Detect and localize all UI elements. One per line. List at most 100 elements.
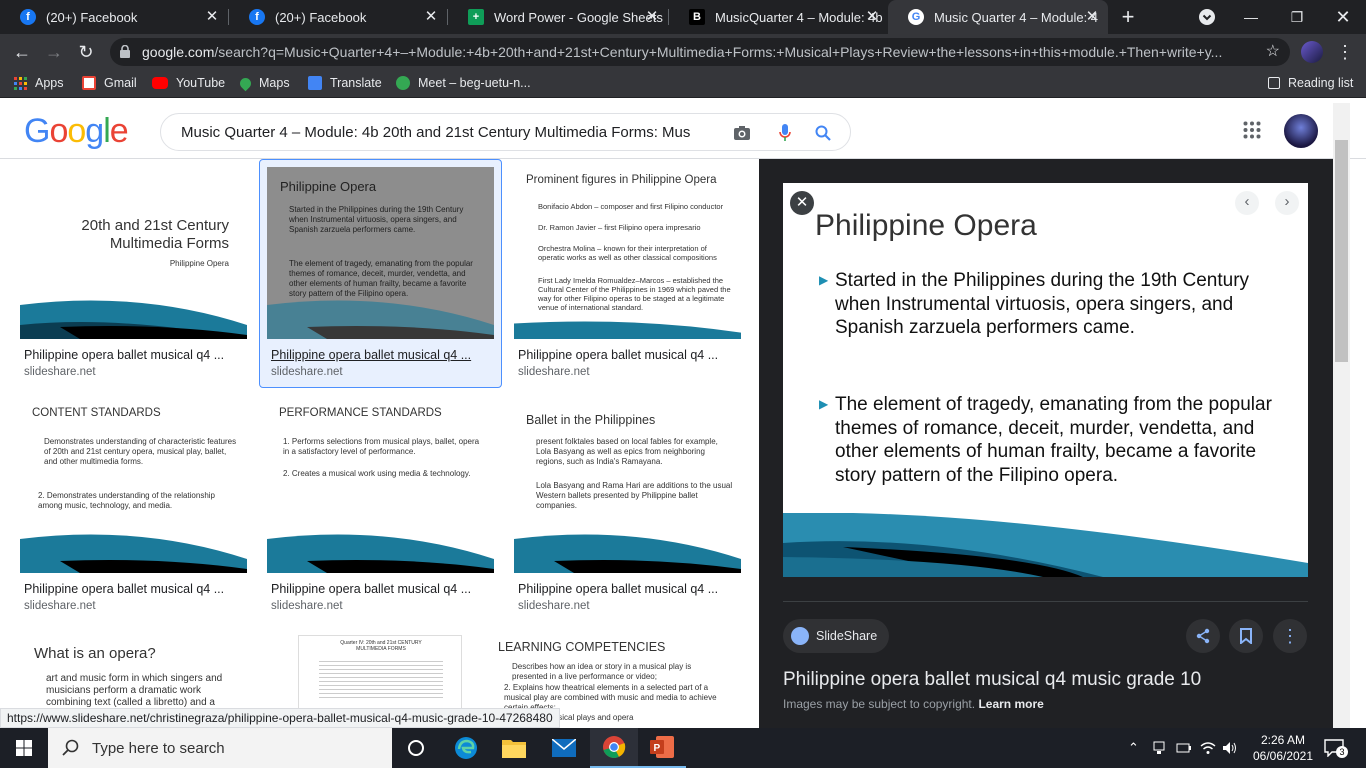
result-caption[interactable]: Philippine opera ballet musical q4 ... [24,582,224,596]
next-image-icon[interactable]: › [1275,191,1299,215]
learn-more-link[interactable]: Learn more [978,697,1043,711]
result-thumbnail[interactable]: 20th and 21st Century Multimedia Forms P… [20,167,247,339]
clock-date: 06/06/2021 [1252,749,1314,763]
notifications-icon[interactable]: 3 [1324,728,1348,768]
camera-icon[interactable] [733,125,751,141]
search-input[interactable]: Music Quarter 4 – Module: 4b 20th and 21… [181,124,723,141]
taskbar-search-box[interactable]: Type here to search [48,728,392,768]
tab-google-sheets[interactable]: + Word Power - Google Sheets ✕ [448,0,668,34]
close-tab-icon[interactable]: ✕ [423,9,439,25]
result-domain: slideshare.net [24,366,96,378]
clock[interactable]: 2:26 AM 06/06/2021 [1252,728,1314,768]
apps-grid-icon [14,76,27,90]
reload-icon[interactable]: ↻ [70,34,102,70]
image-preview-panel: Philippine Opera ▶ Started in the Philipp… [759,159,1333,728]
result-thumbnail[interactable]: Prominent figures in Philippine Opera Bo… [514,167,741,339]
copyright-notice: Images may be subject to copyright. Lear… [783,697,1044,711]
minimize-icon[interactable]: — [1228,0,1274,34]
url-text: google.com/search?q=Music+Quarter+4+–+Mo… [142,44,1223,60]
forward-icon[interactable]: → [38,34,70,70]
volume-icon[interactable] [1222,728,1238,768]
bookmark-star-icon[interactable]: ☆ [1266,41,1280,61]
facebook-icon: f [20,9,36,25]
close-tab-icon[interactable]: ✕ [204,9,220,25]
windows-start-icon[interactable] [0,728,48,768]
browser-toolbar: ← → ↻ google.com/search?q=Music+Quarter+… [0,34,1366,70]
mail-icon[interactable] [540,728,588,768]
browser-menu-icon[interactable]: ⋮ [1336,34,1354,70]
notification-count-badge: 3 [1336,746,1348,758]
result-domain: slideshare.net [24,600,96,612]
preview-slide-title: Philippine Opera [815,209,1037,242]
bookmark-meet[interactable]: Meet – beg-uetu-n... [396,76,531,90]
result-caption[interactable]: Philippine opera ballet musical q4 ... [24,348,224,362]
bookmark-gmail[interactable]: Gmail [82,76,137,90]
window-close-icon[interactable]: ✕ [1320,0,1366,34]
restore-icon[interactable]: ❐ [1274,0,1320,34]
tray-chevron-icon[interactable]: ⌃ [1128,728,1139,768]
preview-image[interactable]: Philippine Opera ▶ Started in the Philipp… [783,183,1308,577]
google-header: Google Music Quarter 4 – Module: 4b 20th… [0,103,1366,159]
tab-search-icon[interactable] [1184,0,1230,34]
close-tab-icon[interactable]: ✕ [864,9,880,25]
google-logo[interactable]: Google [24,112,129,151]
preview-title[interactable]: Philippine opera ballet musical q4 music… [783,669,1201,691]
result-thumbnail[interactable]: CONTENT STANDARDS Demonstrates understan… [20,401,247,573]
tab-title: (20+) Facebook [275,9,367,25]
back-icon[interactable]: ← [6,34,38,70]
tab-google-search[interactable]: G Music Quarter 4 – Module: 4 ✕ [888,0,1108,34]
reading-list-button[interactable]: Reading list [1268,76,1353,90]
bookmark-translate[interactable]: Translate [308,76,382,90]
result-thumbnail[interactable]: PERFORMANCE STANDARDS 1. Performs select… [267,401,494,573]
bookmark-maps[interactable]: Maps [237,75,290,91]
meet-icon [396,76,410,90]
result-caption[interactable]: Philippine opera ballet musical q4 ... [271,348,471,362]
tab-brainly[interactable]: B MusicQuarter 4 – Module: 4b ✕ [669,0,888,34]
google-apps-icon[interactable] [1243,121,1261,139]
preview-bullet: ▶ Started in the Philippines during the 1… [819,270,1250,338]
close-tab-icon[interactable]: ✕ [644,9,660,25]
more-options-icon[interactable]: ⋮ [1273,619,1307,653]
source-chip[interactable]: SlideShare [783,619,890,653]
edge-icon[interactable] [442,728,490,768]
powerpoint-icon[interactable]: P [638,728,686,768]
globe-icon [791,627,809,645]
tab-facebook-1[interactable]: f (20+) Facebook ✕ [0,0,228,34]
new-tab-button[interactable]: + [1110,0,1146,34]
search-box[interactable]: Music Quarter 4 – Module: 4b 20th and 21… [160,113,851,151]
search-icon [62,739,79,756]
result-domain: slideshare.net [271,600,343,612]
save-bookmark-icon[interactable] [1229,619,1263,653]
close-tab-icon[interactable]: ✕ [1084,9,1100,25]
profile-avatar[interactable] [1301,41,1323,63]
battery-icon[interactable] [1176,728,1192,768]
network-icon[interactable] [1152,728,1166,768]
bookmark-youtube[interactable]: YouTube [152,76,225,90]
result-caption[interactable]: Philippine opera ballet musical q4 ... [518,348,718,362]
file-explorer-icon[interactable] [490,728,538,768]
address-bar[interactable]: google.com/search?q=Music+Quarter+4+–+Mo… [110,38,1290,66]
link-status-bar: https://www.slideshare.net/christinegraz… [0,708,560,728]
microphone-icon[interactable] [779,124,791,142]
result-thumbnail[interactable]: Philippine Opera Started in the Philippi… [267,167,494,339]
account-avatar[interactable] [1284,114,1318,148]
result-thumbnail[interactable]: Ballet in the Philippines present folkta… [514,401,741,573]
tab-title: MusicQuarter 4 – Module: 4b [715,9,883,25]
search-icon[interactable] [815,125,831,141]
tab-facebook-2[interactable]: f (20+) Facebook ✕ [229,0,447,34]
cortana-icon[interactable] [392,728,440,768]
scrollbar-thumb[interactable] [1335,140,1348,362]
bookmark-apps[interactable]: Apps [14,76,64,90]
tab-title: Word Power - Google Sheets [494,9,663,25]
result-caption[interactable]: Philippine opera ballet musical q4 ... [518,582,718,596]
result-caption[interactable]: Philippine opera ballet musical q4 ... [271,582,471,596]
close-preview-icon[interactable]: ✕ [790,191,814,215]
sheets-icon: + [468,9,484,25]
taskbar-search-placeholder: Type here to search [92,739,225,757]
wifi-icon[interactable] [1200,728,1216,768]
image-results-grid: 20th and 21st Century Multimedia Forms P… [0,159,759,728]
share-icon[interactable] [1186,619,1220,653]
tab-title: Music Quarter 4 – Module: 4 [934,9,1099,25]
previous-image-icon[interactable]: ‹ [1235,191,1259,215]
chrome-taskbar-icon[interactable] [590,728,638,768]
